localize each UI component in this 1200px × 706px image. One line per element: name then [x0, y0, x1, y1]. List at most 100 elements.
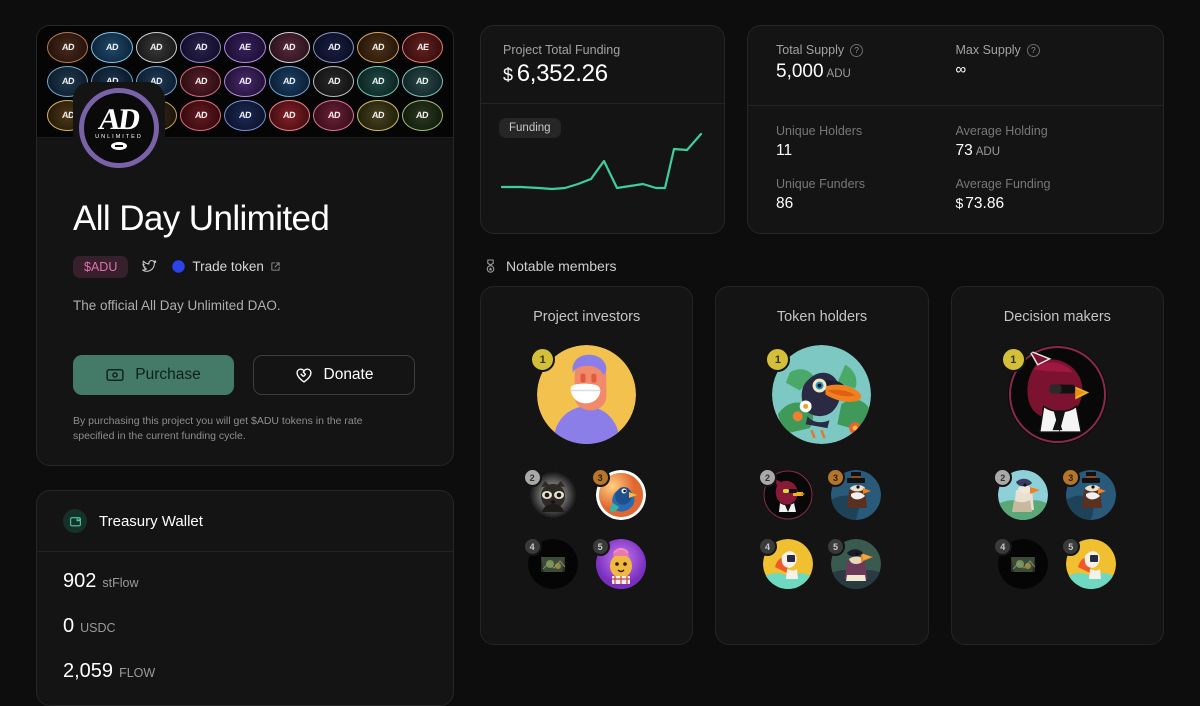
supply-top-section: Total Supply ? 5,000 ADU Max Supply ? ∞	[748, 26, 1163, 106]
average-funding-stat: Average Funding $73.86	[956, 177, 1136, 213]
member-item[interactable]: 4	[757, 537, 813, 589]
banner-logo: AD	[312, 100, 355, 131]
banner-logo: AD	[135, 32, 177, 63]
banner-logo: AD	[268, 32, 310, 63]
banner-logo: AD	[312, 66, 355, 97]
funding-total-value: $6,352.26	[503, 60, 702, 88]
rank-badge: 3	[590, 468, 610, 487]
member-item[interactable]: 3	[825, 468, 881, 520]
banner-logo: AD	[224, 100, 266, 131]
balance-symbol: FLOW	[119, 666, 156, 681]
trade-token-link[interactable]: Trade token	[171, 259, 281, 274]
token-holders-card: Token holders 1 2 3 4 5	[715, 286, 929, 645]
top-member[interactable]: 1	[1000, 345, 1107, 444]
member-item[interactable]: 4	[522, 537, 578, 589]
top-member[interactable]: 1	[530, 345, 637, 444]
unique-holders-value: 11	[776, 142, 793, 159]
right-column: Project Total Funding $6,352.26 Funding	[480, 25, 1164, 706]
banner-logo: AD	[224, 66, 266, 97]
project-description: The official All Day Unlimited DAO.	[73, 297, 281, 313]
average-funding-value: $73.86	[956, 195, 1136, 213]
total-supply-unit: ADU	[826, 68, 851, 80]
average-holding-value: 73 ADU	[956, 142, 1136, 160]
treasury-balance-row: 0 USDC	[63, 615, 427, 638]
average-holding-unit: ADU	[975, 146, 1001, 158]
twitter-icon[interactable]	[141, 259, 158, 274]
page-root: AD AD AD AD AE AD AD AD AE AD AD AD AD A…	[0, 0, 1200, 706]
member-item[interactable]: 2	[757, 468, 813, 520]
trade-token-icon	[172, 260, 186, 273]
rank-badge: 1	[530, 347, 556, 372]
treasury-balances: 902 stFlow 0 USDC 2,059 FLOW	[37, 552, 453, 683]
external-link-icon	[271, 262, 280, 271]
project-investors-card: Project investors 1 2 3 4 5	[480, 286, 694, 645]
banner-logo: AD	[179, 100, 222, 131]
max-supply-label-row: Max Supply ?	[956, 43, 1136, 57]
project-action-buttons: Purchase Donate	[73, 354, 419, 395]
help-icon[interactable]: ?	[1026, 43, 1040, 57]
average-holding-number: 73	[955, 142, 973, 159]
banner-logo: AD	[357, 32, 399, 63]
heart-handshake-icon	[295, 367, 312, 383]
member-item[interactable]: 4	[993, 537, 1049, 589]
funding-currency-symbol: $	[503, 65, 513, 85]
member-card-title: Decision makers	[1003, 309, 1111, 325]
member-item[interactable]: 5	[590, 537, 646, 589]
treasury-balance-row: 2,059 FLOW	[63, 660, 427, 683]
top-member[interactable]: 1	[765, 345, 872, 444]
rank-badge: 3	[825, 468, 845, 487]
banner-logo: AD	[268, 66, 310, 97]
banner-logo: AD	[357, 66, 399, 97]
purchase-button-label: Purchase	[135, 365, 201, 383]
banner-logo: AD	[312, 32, 355, 63]
banner-logo: AD	[179, 66, 222, 97]
trade-token-label: Trade token	[192, 259, 264, 274]
member-item[interactable]: 2	[522, 468, 578, 520]
total-supply-value: 5,000 ADU	[776, 61, 956, 83]
unique-holders-label: Unique Holders	[776, 124, 863, 138]
rank-badge: 5	[590, 537, 610, 556]
member-card-title: Project investors	[533, 309, 641, 325]
max-supply-label: Max Supply	[955, 43, 1021, 57]
rank-badge: 4	[522, 537, 542, 556]
member-item[interactable]: 5	[1061, 537, 1117, 589]
funding-amount: 6,352.26	[516, 60, 608, 87]
member-item[interactable]: 3	[590, 468, 646, 520]
balance-amount: 0	[63, 615, 75, 638]
member-item[interactable]: 5	[825, 537, 881, 589]
project-hero-card: AD AD AD AD AE AD AD AD AE AD AD AD AD A…	[36, 25, 454, 467]
banner-logo: AE	[224, 32, 266, 63]
treasury-wallet-card: Treasury Wallet 902 stFlow 0 USDC 2,059 …	[36, 490, 454, 706]
average-funding-currency: $	[955, 195, 964, 211]
banner-logo: AE	[401, 32, 443, 63]
average-holding-label: Average Holding	[955, 124, 1048, 138]
member-item[interactable]: 2	[993, 468, 1049, 520]
rank-badge: 5	[825, 537, 845, 556]
member-grid: 2 3 4 5	[993, 468, 1117, 589]
funding-sparkline-chart	[500, 132, 703, 191]
donate-button[interactable]: Donate	[253, 354, 415, 395]
balance-amount: 902	[63, 570, 97, 593]
banner-logo: AD	[401, 66, 443, 97]
total-supply-label-row: Total Supply ?	[776, 43, 956, 57]
help-icon[interactable]: ?	[850, 43, 864, 57]
member-item[interactable]: 3	[1061, 468, 1117, 520]
rank-badge: 4	[757, 537, 777, 556]
football-icon	[111, 142, 127, 150]
balance-symbol: USDC	[80, 621, 116, 636]
total-supply-number: 5,000	[776, 61, 824, 82]
project-meta-row: $ADU Trade token	[73, 255, 419, 278]
project-funding-card: Project Total Funding $6,352.26 Funding	[480, 25, 725, 234]
token-supply-card: Total Supply ? 5,000ADU Max Supply ? ∞	[747, 25, 1164, 234]
total-supply-stat: Total Supply ? 5,000 ADU	[776, 43, 956, 83]
purchase-button[interactable]: Purchase	[73, 354, 234, 395]
banner-logo: AD	[91, 32, 133, 63]
funding-total-label: Project Total Funding	[503, 43, 621, 57]
treasury-balance-row: 902 stFlow	[63, 570, 427, 593]
project-hero-body: All Day Unlimited $ADU Trade token The o…	[37, 138, 453, 444]
banner-logo: AD	[47, 32, 89, 63]
purchase-fineprint: By purchasing this project you will get …	[73, 414, 363, 442]
token-symbol-badge[interactable]: $ADU	[73, 255, 129, 278]
treasury-wallet-header: Treasury Wallet	[37, 491, 453, 553]
unique-funders-label: Unique Funders	[776, 177, 865, 191]
